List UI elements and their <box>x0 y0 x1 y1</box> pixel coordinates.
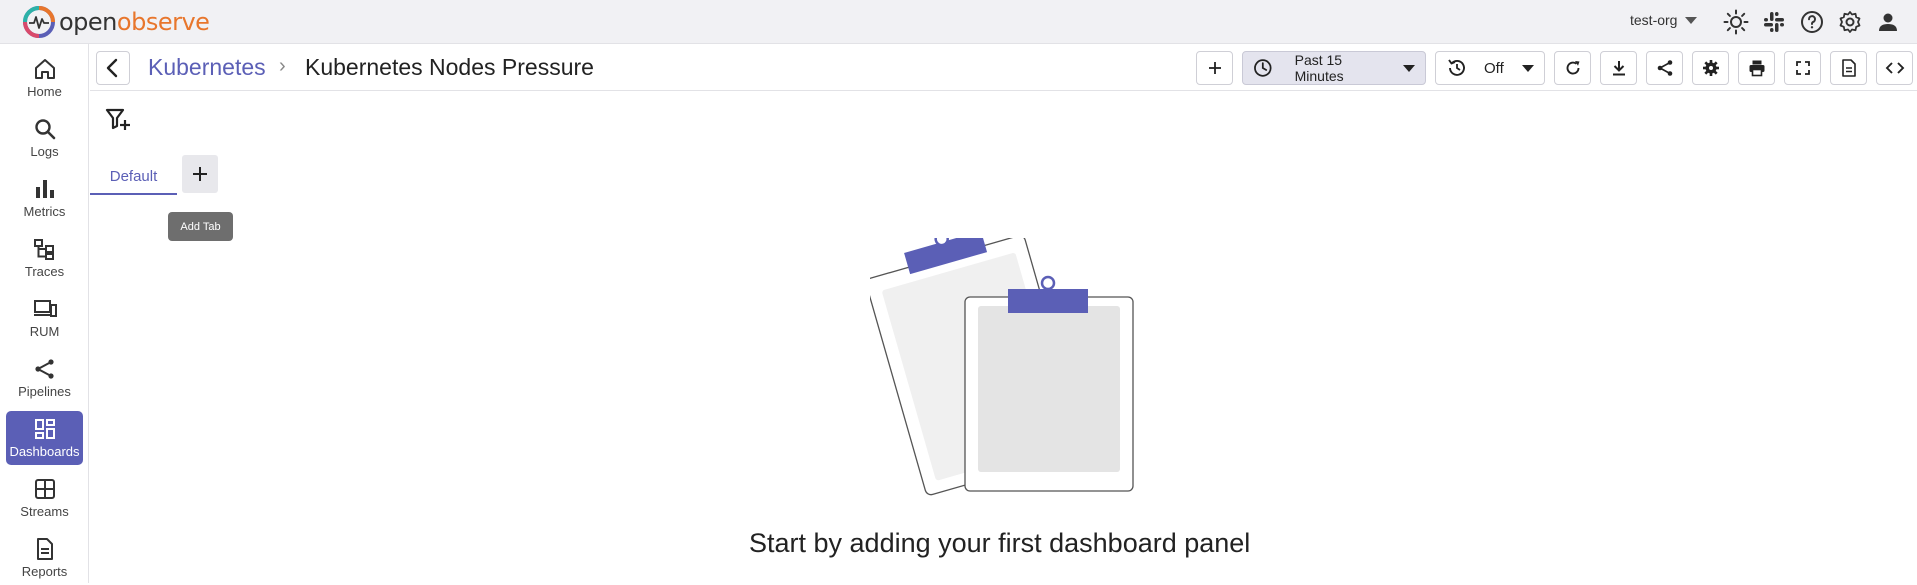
auto-refresh-picker[interactable]: Off <box>1435 51 1545 85</box>
sidebar-item-label: Traces <box>24 264 65 279</box>
caret-down-icon <box>1403 64 1415 72</box>
pipelines-icon <box>34 359 54 379</box>
time-range-label: Past 15 Minutes <box>1294 52 1344 84</box>
sidebar-item-streams[interactable]: Streams <box>6 471 83 525</box>
sidebar-item-label: Home <box>27 84 62 99</box>
sidebar-item-metrics[interactable]: Metrics <box>6 171 83 225</box>
plus-icon <box>193 167 207 181</box>
sidebar-item-label: Metrics <box>23 204 66 219</box>
print-icon <box>1749 60 1764 77</box>
dashboard-settings-button[interactable] <box>1692 51 1729 85</box>
print-button[interactable] <box>1738 51 1775 85</box>
refresh-icon <box>1566 61 1579 75</box>
add-tab-button[interactable] <box>182 155 218 193</box>
org-selector[interactable]: test-org <box>1630 12 1698 28</box>
sidebar-item-logs[interactable]: Logs <box>6 111 83 165</box>
dashboard-title: Kubernetes Nodes Pressure <box>305 54 594 80</box>
search-icon <box>34 119 55 140</box>
caret-down-icon <box>1685 16 1698 24</box>
dashboard-header: Kubernetes › Kubernetes Nodes Pressure P… <box>90 45 1917 91</box>
back-button[interactable] <box>96 51 130 85</box>
grid-icon <box>34 479 55 499</box>
sidebar-item-reports[interactable]: Reports <box>6 531 83 585</box>
traces-icon <box>33 239 54 260</box>
download-icon <box>1612 61 1625 76</box>
openobserve-logo[interactable]: openobserve <box>22 4 210 40</box>
sidebar-item-label: Dashboards <box>9 444 80 459</box>
plus-icon <box>1208 62 1221 74</box>
devices-icon <box>33 300 57 317</box>
add-variable-filter-icon[interactable] <box>104 106 132 134</box>
sidebar-item-label: Reports <box>21 564 68 579</box>
sidebar-item-traces[interactable]: Traces <box>6 231 83 285</box>
empty-state-text: Start by adding your first dashboard pan… <box>749 528 1251 558</box>
sidebar-item-label: Pipelines <box>18 384 71 399</box>
document-icon <box>36 538 53 560</box>
share-icon <box>1657 60 1672 76</box>
sidebar-item-label: Streams <box>20 504 69 519</box>
time-range-picker[interactable]: Past 15 Minutes <box>1242 51 1426 85</box>
logo-text: openobserve <box>59 8 210 36</box>
code-icon <box>1885 62 1904 74</box>
left-sidebar: Home Logs Metrics Traces RUM Pipelines D… <box>0 44 89 583</box>
sidebar-item-label: RUM <box>29 324 60 339</box>
settings-icon[interactable] <box>1836 8 1864 36</box>
sun-icon[interactable] <box>1722 8 1750 36</box>
fullscreen-button[interactable] <box>1784 51 1821 85</box>
add-tab-tooltip: Add Tab <box>168 212 233 241</box>
logo-text-accent: observe <box>116 8 210 36</box>
add-panel-button[interactable] <box>1196 51 1233 85</box>
sidebar-item-home[interactable]: Home <box>6 51 83 105</box>
bar-chart-icon <box>35 180 54 198</box>
help-icon[interactable] <box>1798 8 1826 36</box>
user-icon[interactable] <box>1874 8 1902 36</box>
org-name: test-org <box>1630 12 1678 28</box>
sidebar-item-rum[interactable]: RUM <box>6 291 83 345</box>
refresh-button[interactable] <box>1554 51 1591 85</box>
settings-icon <box>1702 60 1719 76</box>
tab-label: Default <box>109 168 158 185</box>
clock-icon <box>1254 59 1272 77</box>
history-icon <box>1448 59 1465 76</box>
top-header: openobserve test-org <box>0 0 1917 44</box>
logo-icon <box>23 6 55 38</box>
logo-text-primary: open <box>59 8 117 36</box>
breadcrumb-folder[interactable]: Kubernetes <box>148 54 266 81</box>
share-button[interactable] <box>1646 51 1683 85</box>
empty-clipboard-illustration <box>870 238 1134 496</box>
sidebar-item-dashboards[interactable]: Dashboards <box>6 411 83 465</box>
sidebar-item-label: Logs <box>30 144 59 159</box>
code-button[interactable] <box>1876 51 1913 85</box>
sidebar-item-pipelines[interactable]: Pipelines <box>6 351 83 405</box>
fullscreen-icon <box>1795 61 1810 75</box>
breadcrumb-separator: › <box>279 55 286 77</box>
dashboard-icon <box>34 419 55 439</box>
caret-down-icon <box>1522 64 1534 72</box>
slack-icon[interactable] <box>1760 8 1788 36</box>
auto-refresh-label: Off <box>1484 59 1504 77</box>
export-icon <box>1841 59 1856 77</box>
chevron-left-icon <box>106 58 118 78</box>
download-button[interactable] <box>1600 51 1637 85</box>
tab-default[interactable]: Default <box>90 160 177 195</box>
export-button[interactable] <box>1830 51 1867 85</box>
home-icon <box>34 59 55 79</box>
